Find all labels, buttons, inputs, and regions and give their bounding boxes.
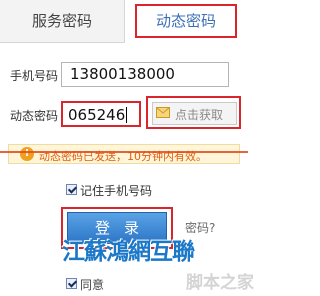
warning-icon: ! (20, 147, 34, 161)
annotation-line (0, 151, 248, 153)
remember-phone-label: 记住手机号码 (80, 184, 153, 198)
agree-label: 同意 (80, 278, 105, 292)
agree-checkbox[interactable] (66, 278, 77, 289)
notice-banner: ! 动态密码已发送，10分钟内有效。 (8, 144, 240, 164)
dynamic-code-value: 065246 (68, 106, 126, 124)
phone-number-input[interactable]: 13800138000 (61, 62, 229, 87)
tab-dynamic-password-label: 动态密码 (135, 4, 237, 38)
phone-label: 手机号码 (10, 69, 59, 83)
tab-service-password[interactable]: 服务密码 (0, 0, 124, 42)
get-code-button-face: 点击获取 (152, 102, 237, 125)
envelope-icon (156, 107, 170, 118)
watermark-site: 脚本之家 (186, 273, 254, 293)
tab-bar: 服务密码 动态密码 (0, 0, 249, 43)
dynamic-code-label: 动态密码 (10, 109, 59, 123)
dynamic-code-input[interactable]: 065246 (61, 101, 141, 127)
text-cursor (126, 107, 128, 123)
get-code-button[interactable]: 点击获取 (146, 96, 241, 129)
phone-number-value: 13800138000 (70, 65, 175, 83)
tab-dynamic-password[interactable]: 动态密码 (124, 0, 249, 43)
remember-phone-checkbox[interactable] (66, 184, 77, 195)
watermark-logo: 江蘇鴻網互聯 (62, 239, 195, 265)
get-code-label: 点击获取 (175, 108, 224, 122)
